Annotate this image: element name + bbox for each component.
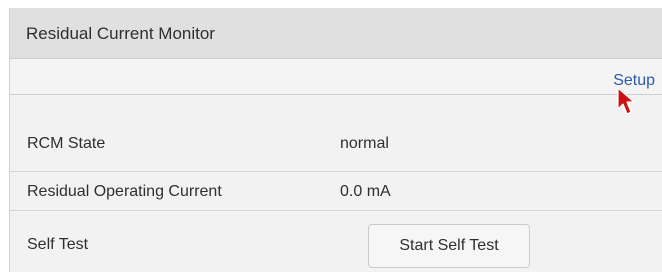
panel-header: Residual Current Monitor — [10, 8, 662, 59]
residual-current-monitor-panel: Residual Current Monitor Setup RCM State… — [9, 8, 662, 272]
start-self-test-button[interactable]: Start Self Test — [368, 224, 530, 268]
rcm-state-label: RCM State — [27, 135, 106, 152]
residual-operating-current-label: Residual Operating Current — [27, 183, 222, 200]
panel-title: Residual Current Monitor — [26, 24, 215, 43]
residual-operating-current-row: Residual Operating Current 0.0 mA — [10, 172, 662, 211]
rcm-state-row: RCM State normal — [10, 95, 662, 172]
self-test-label: Self Test — [27, 236, 89, 253]
self-test-row: Self Test Start Self Test — [10, 211, 662, 272]
setup-link[interactable]: Setup — [613, 72, 655, 90]
rcm-state-value: normal — [340, 135, 389, 152]
panel-toolbar: Setup — [10, 59, 662, 95]
residual-operating-current-value: 0.0 mA — [340, 183, 391, 200]
